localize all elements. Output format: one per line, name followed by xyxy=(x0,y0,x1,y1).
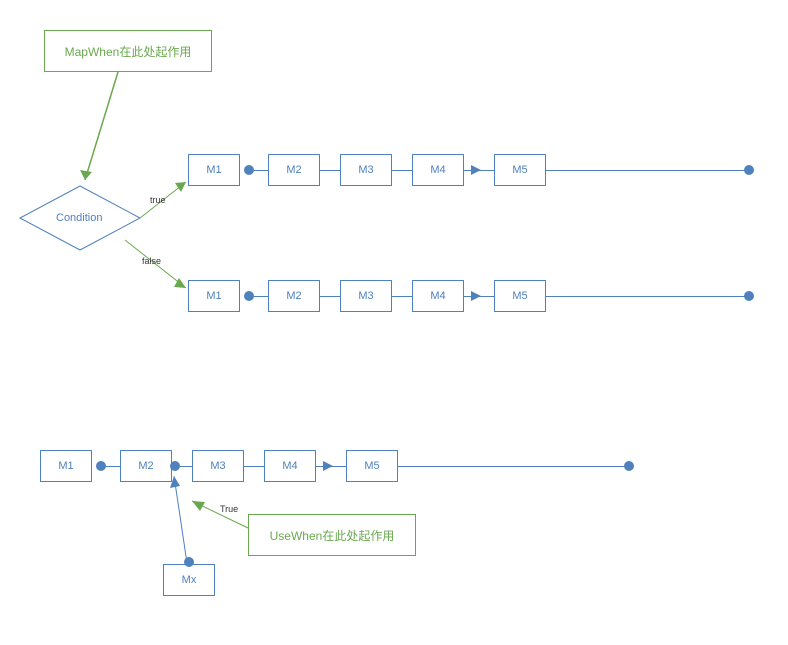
callout-mapwhen-label: MapWhen在此处起作用 xyxy=(65,43,192,60)
branch-mx-label: Mx xyxy=(182,574,197,586)
mid-conn-m2-m3 xyxy=(320,296,340,297)
bot-dot-after-m1 xyxy=(96,461,106,471)
top-m5: M5 xyxy=(494,154,546,186)
mid-m3: M3 xyxy=(340,280,392,312)
top-m3: M3 xyxy=(340,154,392,186)
top-conn-m3-m4 xyxy=(392,170,412,171)
bot-m1-label: M1 xyxy=(58,460,73,472)
mid-m3-label: M3 xyxy=(358,290,373,302)
bot-conn-m1-m2 xyxy=(106,466,120,467)
top-m4-label: M4 xyxy=(430,164,445,176)
top-m1: M1 xyxy=(188,154,240,186)
arrow-usewhen-to-branch-head xyxy=(192,501,205,511)
edge-label-true: true xyxy=(150,195,166,205)
line-mx-to-junction xyxy=(174,476,187,563)
top-m1-label: M1 xyxy=(206,164,221,176)
arrow-mapwhen-to-condition-head xyxy=(80,170,92,180)
bot-m2-label: M2 xyxy=(138,460,153,472)
mid-m1-label: M1 xyxy=(206,290,221,302)
mid-m5-label: M5 xyxy=(512,290,527,302)
bot-m2: M2 xyxy=(120,450,172,482)
arrow-mapwhen-to-condition xyxy=(85,72,118,180)
bot-m5-label: M5 xyxy=(364,460,379,472)
top-conn-m5-end xyxy=(546,170,746,171)
mid-m5: M5 xyxy=(494,280,546,312)
bot-conn-m2-m3 xyxy=(180,466,192,467)
mid-m2: M2 xyxy=(268,280,320,312)
mid-conn-m5-end xyxy=(546,296,746,297)
mid-dot-after-m1 xyxy=(244,291,254,301)
top-m3-label: M3 xyxy=(358,164,373,176)
mid-m1: M1 xyxy=(188,280,240,312)
mid-dot-end xyxy=(744,291,754,301)
condition-label: Condition xyxy=(56,212,102,224)
top-m2: M2 xyxy=(268,154,320,186)
mid-conn-m4-m5 xyxy=(464,296,494,297)
top-dot-end xyxy=(744,165,754,175)
edge-label-true2: True xyxy=(220,504,238,514)
mid-conn-m1-m2 xyxy=(254,296,268,297)
mid-m4: M4 xyxy=(412,280,464,312)
bot-conn-m3-m4 xyxy=(244,466,264,467)
mid-conn-m3-m4 xyxy=(392,296,412,297)
callout-usewhen: UseWhen在此处起作用 xyxy=(248,514,416,556)
bot-conn-m5-end xyxy=(398,466,626,467)
mid-m4-label: M4 xyxy=(430,290,445,302)
bot-m4-label: M4 xyxy=(282,460,297,472)
bot-m4: M4 xyxy=(264,450,316,482)
arrow-condition-true-head xyxy=(175,182,186,192)
bot-m3: M3 xyxy=(192,450,244,482)
callout-usewhen-label: UseWhen在此处起作用 xyxy=(270,527,395,544)
top-conn-m4-m5 xyxy=(464,170,494,171)
top-m4: M4 xyxy=(412,154,464,186)
bot-dot-after-m2 xyxy=(170,461,180,471)
top-m2-label: M2 xyxy=(286,164,301,176)
bot-m1: M1 xyxy=(40,450,92,482)
top-dot-after-m1 xyxy=(244,165,254,175)
bot-dot-end xyxy=(624,461,634,471)
bot-m5: M5 xyxy=(346,450,398,482)
branch-mx-dot xyxy=(184,557,194,567)
arrow-condition-false-head xyxy=(174,278,186,288)
top-conn-m2-m3 xyxy=(320,170,340,171)
edge-label-false: false xyxy=(142,256,161,266)
bot-m3-label: M3 xyxy=(210,460,225,472)
top-m5-label: M5 xyxy=(512,164,527,176)
bot-conn-m4-m5 xyxy=(316,466,346,467)
callout-mapwhen: MapWhen在此处起作用 xyxy=(44,30,212,72)
branch-mx: Mx xyxy=(163,564,215,596)
mid-m2-label: M2 xyxy=(286,290,301,302)
top-conn-m1-m2 xyxy=(254,170,268,171)
